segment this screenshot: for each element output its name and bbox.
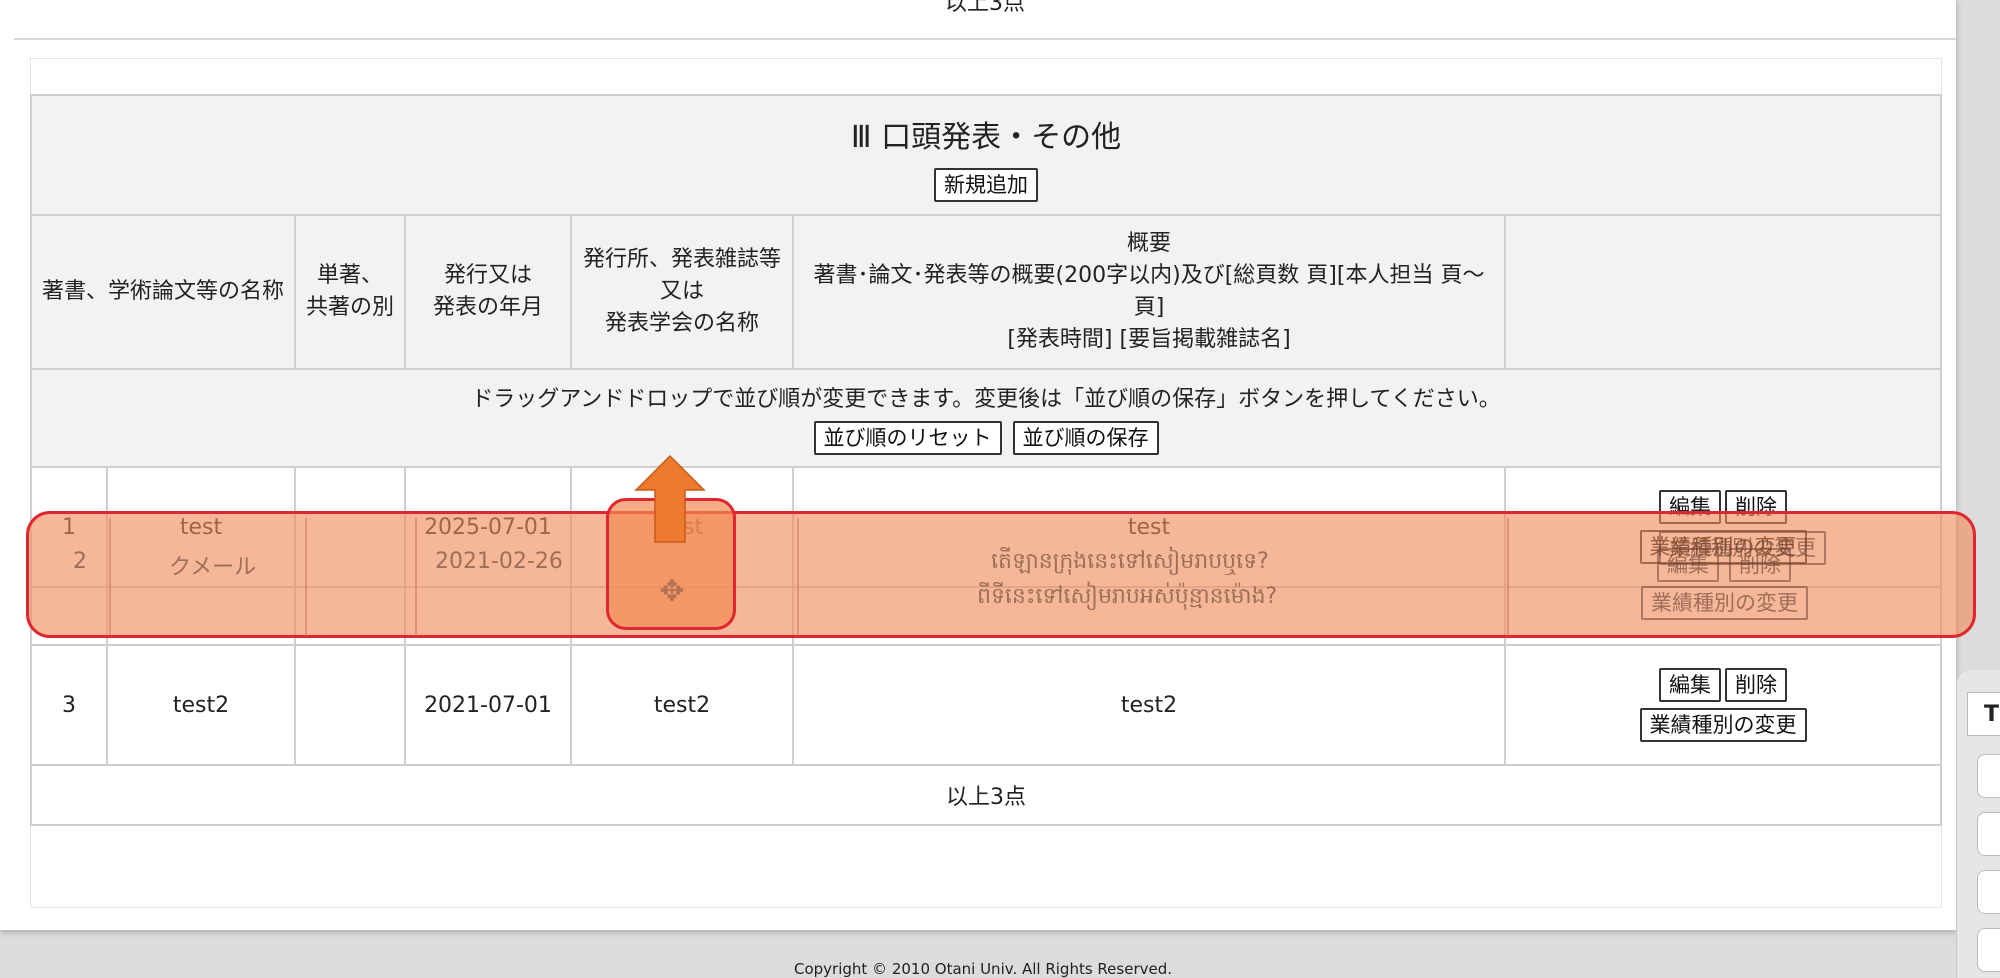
copyright-text: Copyright © 2010 Otani Univ. All Rights … <box>793 960 1173 978</box>
header-date: 発行又は 発表の年月 <box>404 214 572 370</box>
previous-total-text: 以上3点 <box>945 0 1025 16</box>
side-panel-button[interactable] <box>1977 812 2000 856</box>
header-single-joint: 単著、 共著の別 <box>294 214 406 370</box>
table-row[interactable]: 3 test2 2021-07-01 test2 test2 編集 削除 業績種別… <box>30 644 1942 766</box>
ghost-edit-button: 編集 <box>1657 548 1719 582</box>
total-count: 以上3点 <box>30 764 1942 826</box>
row-summary: test2 <box>792 644 1506 766</box>
row-publisher: test2 <box>570 644 794 766</box>
oral-presentation-table: Ⅲ 口頭発表・その他 新規追加 著書、学術論文等の名称 単著、 共著の別 発行又は… <box>30 94 1942 826</box>
ghost-delete-button: 削除 <box>1729 548 1791 582</box>
header-name: 著書、学術論文等の名称 <box>30 214 296 370</box>
row-actions: 編集削除 業績種別の変更 <box>1504 644 1942 766</box>
save-order-button[interactable]: 並び順の保存 <box>1012 421 1159 455</box>
side-panel-button[interactable] <box>1977 870 2000 914</box>
page-content: 以上3点 Ⅲ 口頭発表・その他 新規追加 著書、学術論文等の名称 単著、 共著の別… <box>0 0 1956 930</box>
up-arrow-icon <box>634 454 706 543</box>
header-summary: 概要 著書･論文･発表等の概要(200字以内)及び[総頁数 頁][本人担当 頁〜頁… <box>792 214 1506 370</box>
ghost-row-number: 2 <box>73 549 87 574</box>
reset-order-button[interactable]: 並び順のリセット <box>813 421 1002 455</box>
header-publisher: 発行所、発表雑誌等 又は 発表学会の名称 <box>570 214 794 370</box>
move-icon[interactable]: ✥ <box>654 574 690 610</box>
previous-section-total: 以上3点 <box>14 0 1956 40</box>
row-name: test2 <box>106 644 296 766</box>
ghost-change-type-button-2: 業績種別の変更 <box>1641 586 1808 620</box>
ghost-row-date: 2021-02-26 <box>435 549 563 574</box>
table-total-row: 以上3点 <box>30 764 1942 826</box>
change-type-button[interactable]: 業績種別の変更 <box>1639 708 1807 742</box>
table-header-row: 著書、学術論文等の名称 単著、 共著の別 発行又は 発表の年月 発行所、発表雑誌等又… <box>30 214 1942 370</box>
ghost-row-summary-line2: ពីទីនេះទៅសៀមរាបអស់ប៉ុន្មានម៉ោង? <box>977 584 1278 609</box>
section-title-row: Ⅲ 口頭発表・その他 新規追加 <box>30 94 1942 216</box>
edit-button[interactable]: 編集 <box>1659 668 1721 702</box>
header-actions <box>1504 214 1942 370</box>
ghost-row-name: クメール <box>169 555 257 580</box>
section-title: Ⅲ 口頭発表・その他 <box>850 120 1122 155</box>
side-panel-tab[interactable]: T <box>1967 692 2000 736</box>
side-panel-button[interactable] <box>1977 754 2000 798</box>
drag-notice-row: ドラッグアンドドロップで並び順が変更できます。変更後は「並び順の保存」ボタンを押… <box>30 368 1942 468</box>
ghost-row-summary-line1: តើឡានក្រុងនេះទៅសៀមរាបឬទេ? <box>991 549 1269 574</box>
dragging-row-ghost[interactable]: 2 クメール 2021-02-26 តើឡានក្រុងនេះទៅសៀមរាបឬ… <box>26 511 1976 638</box>
row-number: 3 <box>30 644 108 766</box>
drag-notice-text: ドラッグアンドドロップで並び順が変更できます。変更後は「並び順の保存」ボタンを押… <box>471 387 1501 412</box>
side-panel: T <box>1956 670 2000 978</box>
row-date: 2021-07-01 <box>404 644 572 766</box>
side-panel-button[interactable] <box>1977 928 2000 972</box>
add-new-button[interactable]: 新規追加 <box>934 168 1038 202</box>
row-type <box>294 644 406 766</box>
delete-button[interactable]: 削除 <box>1725 668 1787 702</box>
